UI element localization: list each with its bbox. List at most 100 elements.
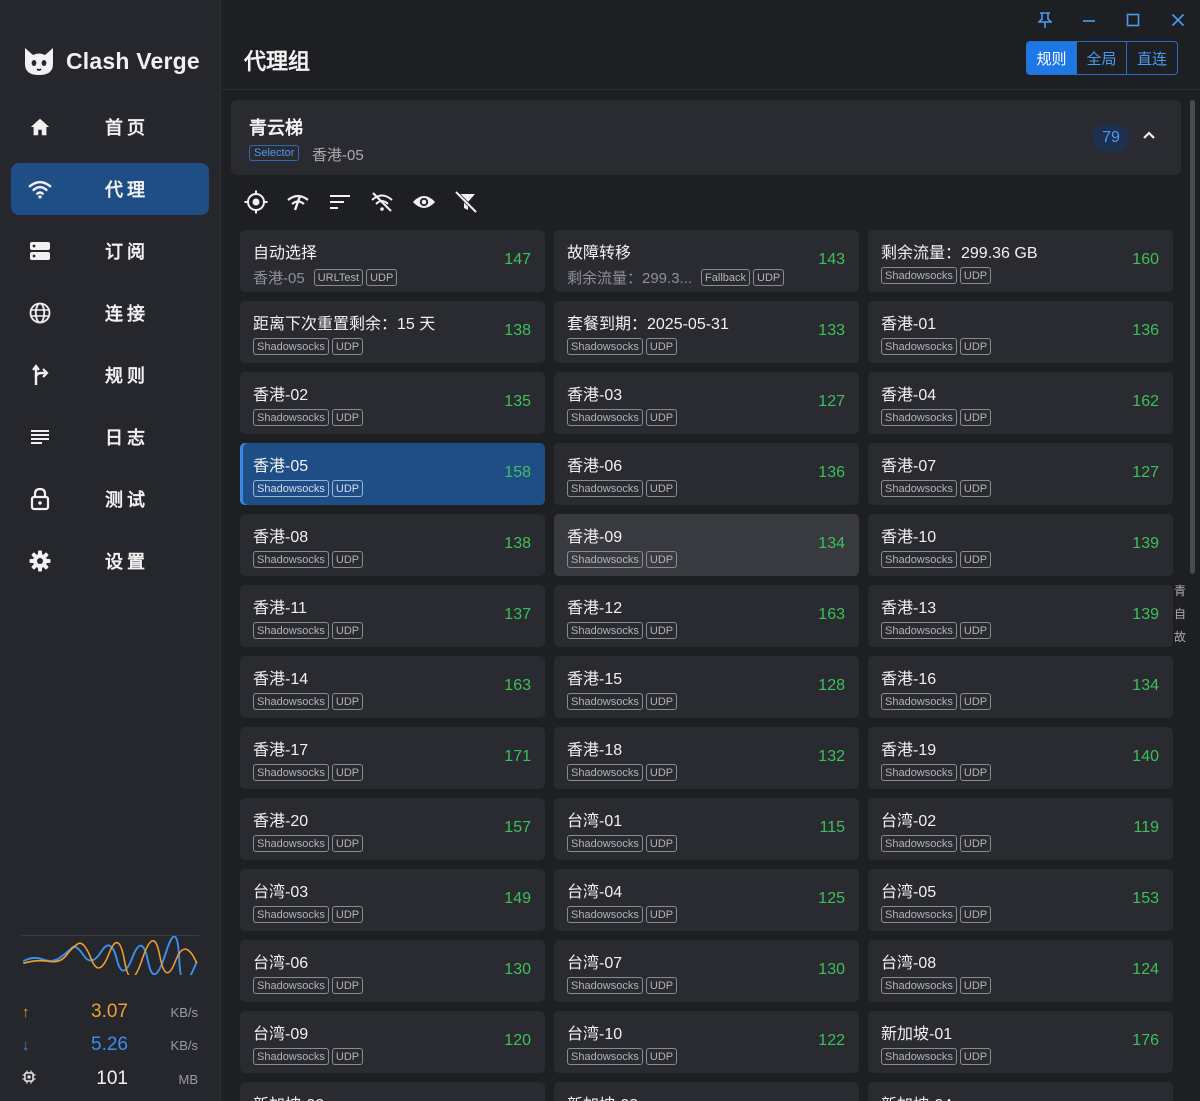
eye-icon[interactable]	[412, 188, 436, 216]
proxy-card[interactable]: 香港-08 Shadowsocks UDP 138	[240, 514, 545, 576]
proxy-card[interactable]: 香港-16 Shadowsocks UDP 134	[868, 656, 1173, 718]
proxy-card[interactable]: 剩余流量：299.36 GB Shadowsocks UDP 160	[868, 230, 1173, 292]
nav-item-rules[interactable]: 规则	[11, 349, 209, 401]
proxy-delay[interactable]: 135	[504, 393, 531, 411]
proxy-card[interactable]: 台湾-10 Shadowsocks UDP 122	[554, 1011, 859, 1073]
proxy-card[interactable]: 台湾-04 Shadowsocks UDP 125	[554, 869, 859, 931]
nav-item-logs[interactable]: 日志	[11, 411, 209, 463]
chevron-up-icon[interactable]	[1141, 127, 1157, 148]
maximize-icon[interactable]	[1122, 10, 1144, 30]
proxy-delay[interactable]: 136	[1132, 322, 1159, 340]
proxy-delay[interactable]: 128	[818, 677, 845, 695]
proxy-card[interactable]: 台湾-01 Shadowsocks UDP 115	[554, 798, 859, 860]
nav-item-subscription[interactable]: 订阅	[11, 225, 209, 277]
proxy-card[interactable]: 香港-13 Shadowsocks UDP 139	[868, 585, 1173, 647]
proxy-card[interactable]: 香港-01 Shadowsocks UDP 136	[868, 301, 1173, 363]
pin-icon[interactable]	[1034, 10, 1056, 30]
proxy-card[interactable]: 香港-04 Shadowsocks UDP 162	[868, 372, 1173, 434]
proxy-card[interactable]: 香港-09 Shadowsocks UDP 134	[554, 514, 859, 576]
delay-test-icon[interactable]	[286, 188, 310, 216]
proxy-delay[interactable]: 140	[1132, 748, 1159, 766]
minimize-icon[interactable]	[1078, 10, 1100, 30]
nav-item-test[interactable]: 测试	[11, 473, 209, 525]
proxy-card[interactable]: 香港-14 Shadowsocks UDP 163	[240, 656, 545, 718]
proxy-delay[interactable]: 132	[818, 748, 845, 766]
mode-global-button[interactable]: 全局	[1077, 42, 1127, 74]
proxy-delay[interactable]: 127	[1132, 464, 1159, 482]
proxy-card[interactable]: 香港-18 Shadowsocks UDP 132	[554, 727, 859, 789]
proxy-delay[interactable]: 149	[504, 890, 531, 908]
nav-item-settings[interactable]: 设置	[11, 535, 209, 587]
side-index-item[interactable]: 青	[1172, 582, 1188, 599]
scrollbar[interactable]	[1190, 100, 1195, 574]
proxy-delay[interactable]: 171	[504, 748, 531, 766]
proxy-delay[interactable]: 147	[504, 251, 531, 269]
proxy-card[interactable]: 故障转移 剩余流量：299.3... Fallback UDP 143	[554, 230, 859, 292]
nav-item-connections[interactable]: 连接	[11, 287, 209, 339]
proxy-delay[interactable]: 130	[504, 961, 531, 979]
nav-item-proxy[interactable]: 代理	[11, 163, 209, 215]
proxy-card[interactable]: 台湾-03 Shadowsocks UDP 149	[240, 869, 545, 931]
proxy-card[interactable]: 台湾-02 Shadowsocks UDP 119	[868, 798, 1173, 860]
proxy-delay[interactable]: 119	[1133, 819, 1159, 837]
proxy-delay[interactable]: 153	[1132, 890, 1159, 908]
proxy-delay[interactable]: 134	[1132, 677, 1159, 695]
proxy-delay[interactable]: 120	[504, 1032, 531, 1050]
proxy-delay[interactable]: 163	[818, 606, 845, 624]
proxy-card[interactable]: 台湾-08 Shadowsocks UDP 124	[868, 940, 1173, 1002]
side-index-item[interactable]: 故	[1172, 628, 1188, 645]
proxy-delay[interactable]: 122	[818, 1032, 845, 1050]
proxy-card[interactable]: 距离下次重置剩余：15 天 Shadowsocks UDP 138	[240, 301, 545, 363]
proxy-delay[interactable]: 130	[818, 961, 845, 979]
proxy-card[interactable]: 台湾-06 Shadowsocks UDP 130	[240, 940, 545, 1002]
proxy-card[interactable]: 香港-07 Shadowsocks UDP 127	[868, 443, 1173, 505]
close-icon[interactable]	[1167, 10, 1189, 30]
proxy-card[interactable]: 香港-06 Shadowsocks UDP 136	[554, 443, 859, 505]
wifi-off-icon[interactable]	[370, 188, 394, 216]
proxy-card[interactable]: 新加坡-02ShadowsocksUDP	[240, 1082, 545, 1101]
proxy-card[interactable]: 香港-03 Shadowsocks UDP 127	[554, 372, 859, 434]
proxy-delay[interactable]: 139	[1132, 606, 1159, 624]
mode-rule-button[interactable]: 规则	[1027, 42, 1077, 74]
proxy-card[interactable]: 香港-11 Shadowsocks UDP 137	[240, 585, 545, 647]
proxy-card[interactable]: 自动选择 香港-05 URLTest UDP 147	[240, 230, 545, 292]
proxy-card[interactable]: 新加坡-03ShadowsocksUDP	[554, 1082, 859, 1101]
proxy-delay[interactable]: 176	[1132, 1032, 1159, 1050]
proxy-delay[interactable]: 143	[818, 251, 845, 269]
proxy-delay[interactable]: 127	[818, 393, 845, 411]
proxy-delay[interactable]: 138	[504, 322, 531, 340]
proxy-card[interactable]: 新加坡-04ShadowsocksUDP	[868, 1082, 1173, 1101]
proxy-card[interactable]: 香港-12 Shadowsocks UDP 163	[554, 585, 859, 647]
proxy-delay[interactable]: 160	[1132, 251, 1159, 269]
proxy-delay[interactable]: 162	[1132, 393, 1159, 411]
filter-off-icon[interactable]	[454, 188, 478, 216]
locate-icon[interactable]	[244, 188, 268, 216]
proxy-card[interactable]: 香港-17 Shadowsocks UDP 171	[240, 727, 545, 789]
side-index-item[interactable]: 自	[1172, 605, 1188, 622]
proxy-card[interactable]: 台湾-07 Shadowsocks UDP 130	[554, 940, 859, 1002]
proxy-card[interactable]: 香港-20 Shadowsocks UDP 157	[240, 798, 545, 860]
proxy-delay[interactable]: 157	[504, 819, 531, 837]
proxy-delay[interactable]: 139	[1132, 535, 1159, 553]
proxy-delay[interactable]: 115	[819, 819, 845, 837]
proxy-card[interactable]: 套餐到期：2025-05-31 Shadowsocks UDP 133	[554, 301, 859, 363]
mode-direct-button[interactable]: 直连	[1127, 42, 1177, 74]
proxy-delay[interactable]: 137	[504, 606, 531, 624]
proxy-delay[interactable]: 124	[1132, 961, 1159, 979]
proxy-group-header[interactable]: 青云梯 Selector 香港-05 79	[231, 100, 1181, 175]
nav-item-home[interactable]: 首页	[11, 101, 209, 153]
sort-icon[interactable]	[328, 188, 352, 216]
proxy-delay[interactable]: 158	[504, 464, 531, 482]
proxy-card[interactable]: 香港-10 Shadowsocks UDP 139	[868, 514, 1173, 576]
proxy-card[interactable]: 香港-19 Shadowsocks UDP 140	[868, 727, 1173, 789]
proxy-card[interactable]: 香港-15 Shadowsocks UDP 128	[554, 656, 859, 718]
proxy-card[interactable]: 新加坡-01 Shadowsocks UDP 176	[868, 1011, 1173, 1073]
proxy-card[interactable]: 台湾-09 Shadowsocks UDP 120	[240, 1011, 545, 1073]
proxy-delay[interactable]: 136	[818, 464, 845, 482]
proxy-delay[interactable]: 125	[818, 890, 845, 908]
proxy-delay[interactable]: 134	[818, 535, 845, 553]
proxy-delay[interactable]: 138	[504, 535, 531, 553]
proxy-card[interactable]: 香港-05 Shadowsocks UDP 158	[240, 443, 545, 505]
proxy-delay[interactable]: 163	[504, 677, 531, 695]
proxy-card[interactable]: 台湾-05 Shadowsocks UDP 153	[868, 869, 1173, 931]
